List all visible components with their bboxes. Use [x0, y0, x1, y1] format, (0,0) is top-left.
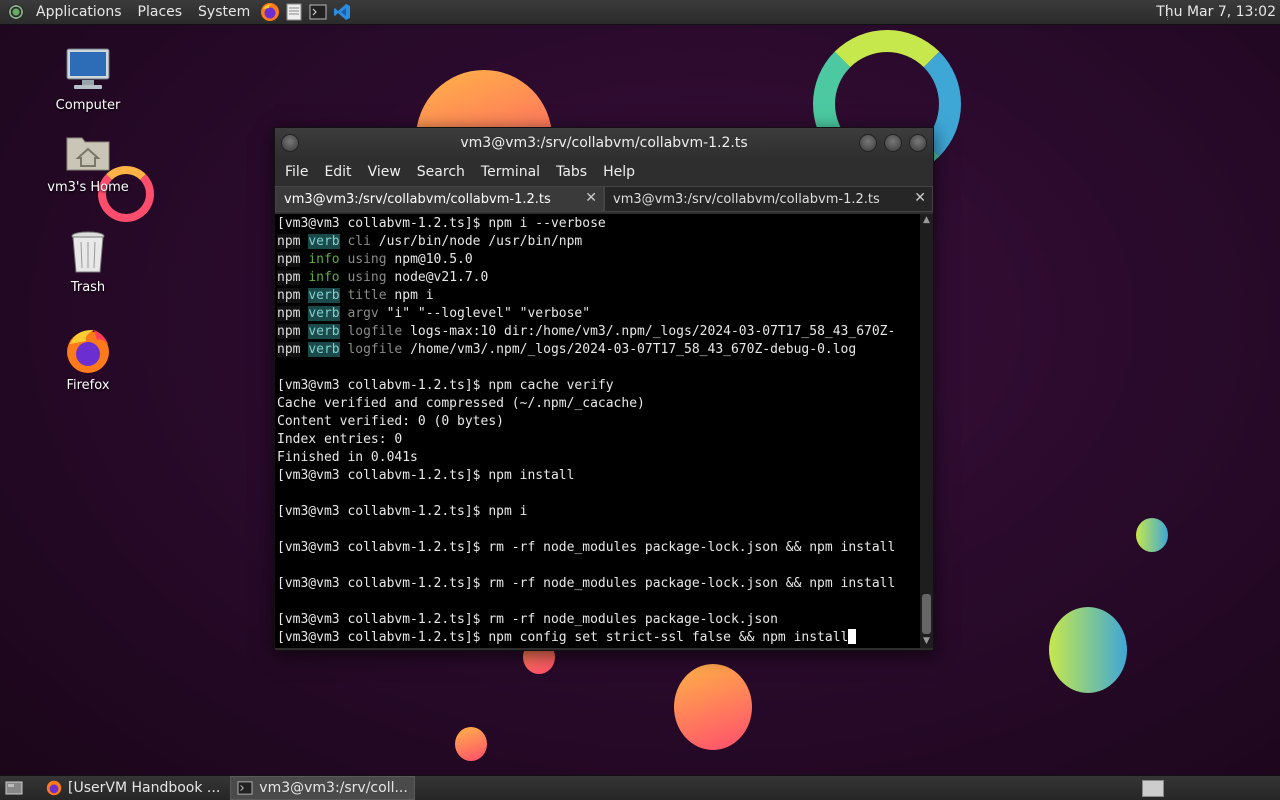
wallpaper-circle [674, 664, 752, 750]
terminal-line: [vm3@vm3 collabvm-1.2.ts]$ rm -rf node_m… [277, 612, 778, 627]
terminal-line: [vm3@vm3 collabvm-1.2.ts]$ npm cache ver… [277, 378, 614, 393]
taskbar-item-firefox[interactable]: [UserVM Handbook ... [40, 777, 226, 799]
window-titlebar[interactable]: vm3@vm3:/srv/collabvm/collabvm-1.2.ts [275, 128, 933, 158]
maximize-button[interactable] [884, 134, 902, 152]
tab-bar: vm3@vm3:/srv/collabvm/collabvm-1.2.ts ✕ … [275, 186, 933, 212]
close-icon[interactable]: ✕ [914, 190, 926, 206]
close-button[interactable] [909, 134, 927, 152]
top-panel: Applications Places System Thu Mar 7, 13… [0, 0, 1280, 25]
terminal-line: [vm3@vm3 collabvm-1.2.ts]$ rm -rf node_m… [277, 576, 896, 591]
scrollbar-thumb[interactable] [922, 594, 931, 634]
terminal-line: [vm3@vm3 collabvm-1.2.ts]$ npm i --verbo… [277, 216, 606, 231]
menu-search[interactable]: Search [409, 164, 473, 180]
cursor [848, 629, 857, 644]
home-folder-icon [64, 128, 112, 176]
terminal-line: Content verified: 0 (0 bytes) [277, 414, 504, 429]
terminal-line: npm verb title npm i [277, 288, 434, 303]
wallpaper-circle [455, 727, 487, 761]
terminal-line: Finished in 0.041s [277, 450, 418, 465]
computer-icon [64, 46, 112, 94]
window-menu-button[interactable] [281, 134, 299, 152]
show-desktop-icon[interactable] [4, 778, 24, 798]
desktop-icon-label: Firefox [66, 378, 110, 393]
terminal-window[interactable]: vm3@vm3:/srv/collabvm/collabvm-1.2.ts Fi… [274, 127, 934, 651]
terminal-line: npm verb cli /usr/bin/node /usr/bin/npm [277, 234, 583, 249]
terminal-line: [vm3@vm3 collabvm-1.2.ts]$ npm i [277, 504, 528, 519]
window-title: vm3@vm3:/srv/collabvm/collabvm-1.2.ts [460, 135, 748, 151]
terminal-line: npm verb logfile /home/vm3/.npm/_logs/20… [277, 342, 857, 357]
terminal-line: Index entries: 0 [277, 432, 403, 447]
close-icon[interactable]: ✕ [585, 190, 597, 206]
clock[interactable]: Thu Mar 7, 13:02 [1156, 0, 1276, 24]
wallpaper-circle [1049, 607, 1127, 693]
menu-edit[interactable]: Edit [316, 164, 359, 180]
vscode-icon[interactable] [332, 2, 352, 22]
scroll-down-icon[interactable]: ▼ [922, 637, 931, 646]
desktop-icon-home[interactable]: vm3's Home [38, 128, 138, 195]
desktop-icon-label: Trash [70, 280, 106, 295]
firefox-icon [64, 326, 112, 374]
terminal-output[interactable]: [vm3@vm3 collabvm-1.2.ts]$ npm i --verbo… [275, 214, 920, 648]
desktop-icon-firefox[interactable]: Firefox [38, 326, 138, 393]
terminal-line: [vm3@vm3 collabvm-1.2.ts]$ rm -rf node_m… [277, 540, 896, 555]
wallpaper-circle [1136, 518, 1168, 552]
tab-2[interactable]: vm3@vm3:/srv/collabvm/collabvm-1.2.ts ✕ [604, 186, 933, 212]
menu-file[interactable]: File [277, 164, 316, 180]
tab-1[interactable]: vm3@vm3:/srv/collabvm/collabvm-1.2.ts ✕ [275, 186, 604, 212]
terminal-line: [vm3@vm3 collabvm-1.2.ts]$ npm install [277, 468, 575, 483]
text-editor-icon[interactable] [284, 2, 304, 22]
terminal-scrollbar[interactable]: ▲ ▼ [920, 214, 933, 648]
menu-view[interactable]: View [360, 164, 409, 180]
applications-menu[interactable]: Applications [28, 0, 130, 24]
terminal-line: npm verb logfile logs-max:10 dir:/home/v… [277, 324, 896, 339]
menu-help[interactable]: Help [595, 164, 643, 180]
terminal-icon [237, 781, 253, 795]
desktop-icon-trash[interactable]: Trash [38, 228, 138, 295]
menu-terminal[interactable]: Terminal [473, 164, 548, 180]
bottom-panel: [UserVM Handbook ... vm3@vm3:/srv/coll..… [0, 775, 1280, 800]
minimize-button[interactable] [859, 134, 877, 152]
trash-icon [64, 228, 112, 276]
firefox-icon[interactable] [260, 2, 280, 22]
terminal-line: Cache verified and compressed (~/.npm/_c… [277, 396, 645, 411]
terminal-line: [vm3@vm3 collabvm-1.2.ts]$ npm config se… [277, 629, 920, 647]
desktop-icon-computer[interactable]: Computer [38, 46, 138, 113]
firefox-icon [46, 780, 62, 796]
tab-label: vm3@vm3:/srv/collabvm/collabvm-1.2.ts [284, 191, 551, 207]
taskbar-label: vm3@vm3:/srv/coll... [259, 780, 408, 796]
places-menu[interactable]: Places [130, 0, 191, 24]
system-menu[interactable]: System [190, 0, 258, 24]
workspace-switcher[interactable] [1142, 780, 1164, 797]
terminal-line: npm info using node@v21.7.0 [277, 270, 489, 285]
taskbar-label: [UserVM Handbook ... [68, 780, 221, 796]
terminal-icon[interactable] [308, 2, 328, 22]
desktop-icon-label: vm3's Home [47, 180, 129, 195]
window-menubar: File Edit View Search Terminal Tabs Help [275, 158, 933, 186]
terminal-line: npm verb argv "i" "--loglevel" "verbose" [277, 306, 591, 321]
taskbar-item-terminal[interactable]: vm3@vm3:/srv/coll... [230, 776, 415, 800]
distro-logo-icon[interactable] [8, 4, 24, 20]
tab-label: vm3@vm3:/srv/collabvm/collabvm-1.2.ts [613, 191, 880, 207]
menu-tabs[interactable]: Tabs [548, 164, 595, 180]
desktop-icon-label: Computer [55, 98, 121, 113]
terminal-line: npm info using npm@10.5.0 [277, 252, 473, 267]
scroll-up-icon[interactable]: ▲ [922, 216, 931, 225]
